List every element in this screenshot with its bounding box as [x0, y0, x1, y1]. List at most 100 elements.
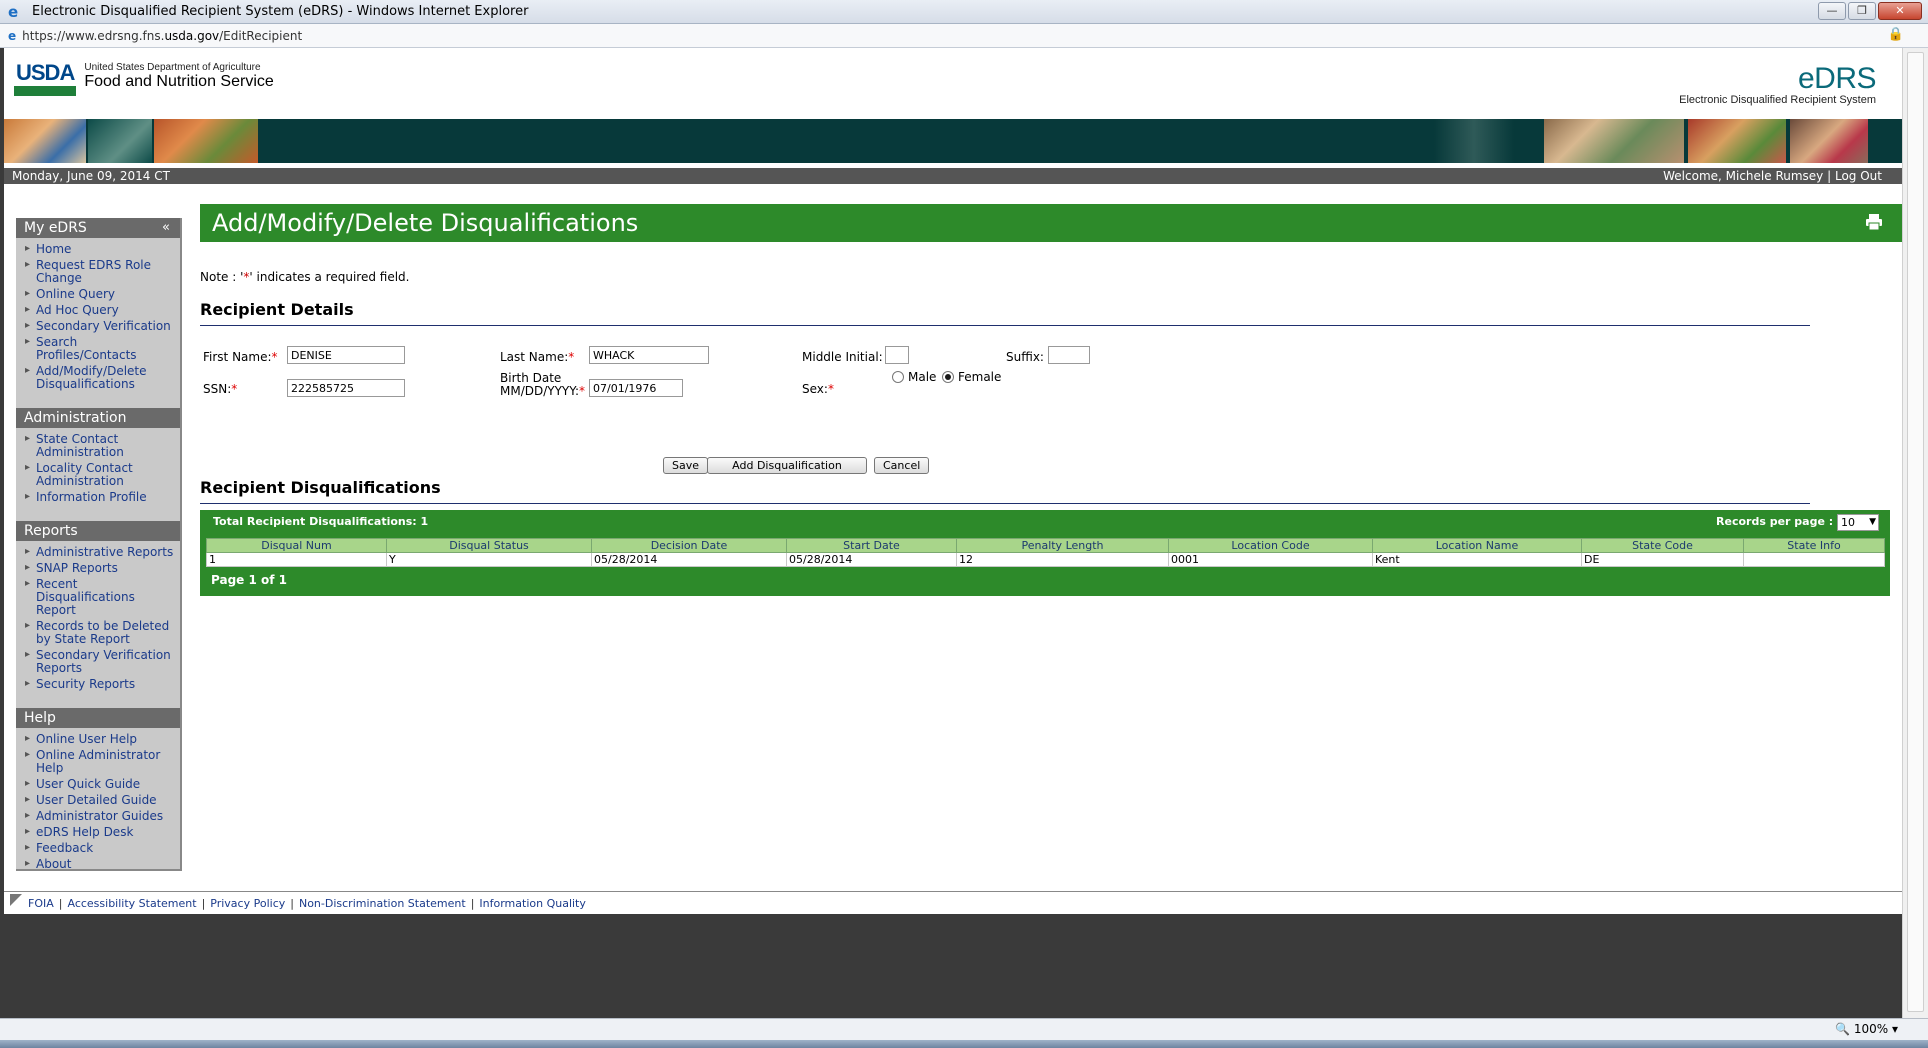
sidebar-item-online-user-help[interactable]: Online User Help — [24, 732, 176, 746]
sidebar-link[interactable]: Online Administrator Help — [36, 748, 160, 775]
sidebar-link[interactable]: Locality Contact Administration — [36, 461, 133, 488]
page-title-banner: Add/Modify/Delete Disqualifications — [200, 204, 1902, 242]
col-location-name[interactable]: Location Name — [1372, 538, 1582, 553]
sidebar-item-online-admin-help[interactable]: Online Administrator Help — [24, 748, 176, 775]
sidebar-link[interactable]: Administrative Reports — [36, 545, 173, 559]
sidebar-link[interactable]: Security Reports — [36, 677, 135, 691]
table-header-row: Disqual Num Disqual Status Decision Date… — [206, 538, 1885, 553]
sidebar-link[interactable]: Recent Disqualifications Report — [36, 577, 135, 617]
add-disqualification-button[interactable]: Add Disqualification — [707, 457, 867, 474]
maximize-button[interactable]: ❐ — [1848, 2, 1876, 20]
col-disqual-num[interactable]: Disqual Num — [206, 538, 387, 553]
middle-initial-input[interactable] — [885, 346, 909, 364]
col-penalty-length[interactable]: Penalty Length — [956, 538, 1169, 553]
cancel-button[interactable]: Cancel — [874, 457, 930, 474]
sidebar-link[interactable]: User Detailed Guide — [36, 793, 157, 807]
records-per-page-label: Records per page : — [1716, 515, 1834, 528]
close-button[interactable]: ✕ — [1878, 2, 1922, 20]
col-disqual-status[interactable]: Disqual Status — [386, 538, 592, 553]
minimize-button[interactable]: — — [1818, 2, 1846, 20]
last-name-input[interactable] — [589, 346, 709, 364]
address-bar[interactable]: e https://www.edrsng.fns. usda.gov/EditRe… — [0, 24, 1928, 48]
first-name-input[interactable] — [287, 346, 405, 364]
sidebar-item-snap-reports[interactable]: SNAP Reports — [24, 561, 176, 575]
sidebar-link[interactable]: Online User Help — [36, 732, 137, 746]
footer-link-non-discrimination[interactable]: Non-Discrimination Statement — [299, 897, 466, 910]
sidebar-item-administrative-reports[interactable]: Administrative Reports — [24, 545, 176, 559]
sidebar-item-secondary-verification[interactable]: Secondary Verification — [24, 319, 176, 333]
sidebar-link[interactable]: Ad Hoc Query — [36, 303, 119, 317]
sidebar-item-request-role[interactable]: Request EDRS Role Change — [24, 258, 176, 285]
sidebar-item-locality-contact[interactable]: Locality Contact Administration — [24, 461, 176, 488]
sidebar-item-user-quick-guide[interactable]: User Quick Guide — [24, 777, 176, 791]
sidebar-item-secondary-verification-reports[interactable]: Secondary Verification Reports — [24, 648, 176, 675]
page-icon: e — [8, 28, 17, 43]
site-header: USDA United States Department of Agricul… — [4, 48, 1902, 119]
sidebar-item-home[interactable]: Home — [24, 242, 176, 256]
sidebar-link[interactable]: SNAP Reports — [36, 561, 118, 575]
print-icon[interactable] — [1864, 212, 1884, 232]
sidebar-item-records-to-delete[interactable]: Records to be Deleted by State Report — [24, 619, 176, 646]
note-suffix: ' indicates a required field. — [249, 270, 410, 284]
footer-link-accessibility[interactable]: Accessibility Statement — [67, 897, 196, 910]
table-row[interactable]: 1 Y 05/28/2014 05/28/2014 12 0001 Kent D… — [206, 552, 1885, 567]
welcome-text: Welcome, Michele Rumsey — [1663, 169, 1824, 183]
sidebar-item-state-contact[interactable]: State Contact Administration — [24, 432, 176, 459]
sidebar-link[interactable]: Online Query — [36, 287, 115, 301]
sex-male-radio[interactable] — [892, 371, 904, 383]
sidebar-link[interactable]: User Quick Guide — [36, 777, 140, 791]
sidebar-link[interactable]: Secondary Verification — [36, 319, 171, 333]
col-state-code[interactable]: State Code — [1581, 538, 1744, 553]
middle-initial-label: Middle Initial: — [802, 350, 883, 364]
sidebar-item-information-profile[interactable]: Information Profile — [24, 490, 176, 504]
footer-link-foia[interactable]: FOIA — [28, 897, 54, 910]
lock-icon[interactable]: 🔒 — [1888, 27, 1904, 42]
collapse-icon[interactable]: « — [162, 218, 170, 238]
sidebar-item-disqualifications[interactable]: Add/Modify/Delete Disqualifications — [24, 364, 176, 391]
vertical-scrollbar[interactable] — [1902, 48, 1928, 1018]
ssn-input[interactable] — [287, 379, 405, 397]
sidebar-link[interactable]: Add/Modify/Delete Disqualifications — [36, 364, 147, 391]
sidebar-item-user-detailed-guide[interactable]: User Detailed Guide — [24, 793, 176, 807]
sidebar-link[interactable]: Home — [36, 242, 71, 256]
sidebar-item-about[interactable]: About — [24, 857, 176, 871]
birth-date-input[interactable] — [589, 379, 683, 397]
sidebar-link[interactable]: Secondary Verification Reports — [36, 648, 171, 675]
sidebar-item-ad-hoc-query[interactable]: Ad Hoc Query — [24, 303, 176, 317]
sidebar-item-recent-disqualifications[interactable]: Recent Disqualifications Report — [24, 577, 176, 617]
sidebar-link[interactable]: Search Profiles/Contacts — [36, 335, 137, 362]
sidebar-item-search-profiles[interactable]: Search Profiles/Contacts — [24, 335, 176, 362]
sidebar-link[interactable]: Feedback — [36, 841, 93, 855]
usda-logo[interactable]: USDA United States Department of Agricul… — [14, 62, 274, 96]
footer-link-privacy[interactable]: Privacy Policy — [210, 897, 285, 910]
sidebar-link[interactable]: Request EDRS Role Change — [36, 258, 151, 285]
col-decision-date[interactable]: Decision Date — [591, 538, 787, 553]
sidebar-item-help-desk[interactable]: eDRS Help Desk — [24, 825, 176, 839]
sex-female-radio[interactable] — [942, 371, 954, 383]
cell-disqual-num[interactable]: 1 — [206, 552, 387, 567]
zoom-control[interactable]: 🔍 100% ▾ — [1835, 1022, 1898, 1036]
footer-link-information-quality[interactable]: Information Quality — [479, 897, 585, 910]
sidebar-link[interactable]: eDRS Help Desk — [36, 825, 133, 839]
sidebar-link[interactable]: Records to be Deleted by State Report — [36, 619, 169, 646]
sidebar-item-feedback[interactable]: Feedback — [24, 841, 176, 855]
suffix-input[interactable] — [1048, 346, 1090, 364]
sidebar-item-security-reports[interactable]: Security Reports — [24, 677, 176, 691]
sidebar-item-online-query[interactable]: Online Query — [24, 287, 176, 301]
col-location-code[interactable]: Location Code — [1168, 538, 1373, 553]
col-state-info[interactable]: State Info — [1743, 538, 1885, 553]
sidebar-header-administration: Administration — [16, 408, 180, 428]
sidebar-link[interactable]: Administrator Guides — [36, 809, 163, 823]
last-name-label: Last Name:* — [500, 350, 575, 364]
col-start-date[interactable]: Start Date — [786, 538, 957, 553]
sidebar-link[interactable]: Information Profile — [36, 490, 147, 504]
internet-explorer-icon: e — [8, 2, 19, 21]
records-per-page-select[interactable]: 10 ▼ — [1837, 514, 1879, 531]
sidebar-item-admin-guides[interactable]: Administrator Guides — [24, 809, 176, 823]
logout-link[interactable]: Log Out — [1835, 169, 1882, 183]
web-page: USDA United States Department of Agricul… — [4, 48, 1902, 914]
save-button[interactable]: Save — [663, 457, 709, 474]
scrollbar-thumb[interactable] — [1907, 52, 1924, 1012]
sidebar-link[interactable]: State Contact Administration — [36, 432, 124, 459]
sidebar-link[interactable]: About — [36, 857, 71, 871]
